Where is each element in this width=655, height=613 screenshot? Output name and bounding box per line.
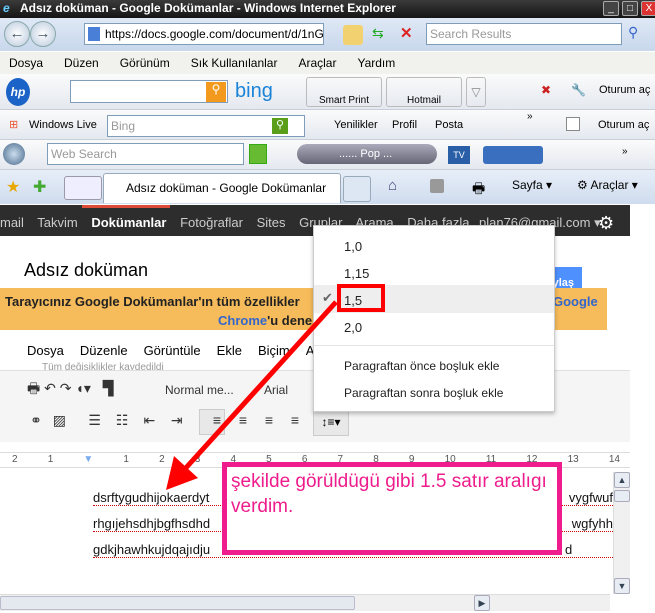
annotation-callout: şekilde görüldügü gibi 1.5 satır aralıgı… [222,462,562,555]
annotation-text: şekilde görüldügü gibi 1.5 satır aralıgı… [231,471,547,517]
arrow-shaft [182,300,338,472]
